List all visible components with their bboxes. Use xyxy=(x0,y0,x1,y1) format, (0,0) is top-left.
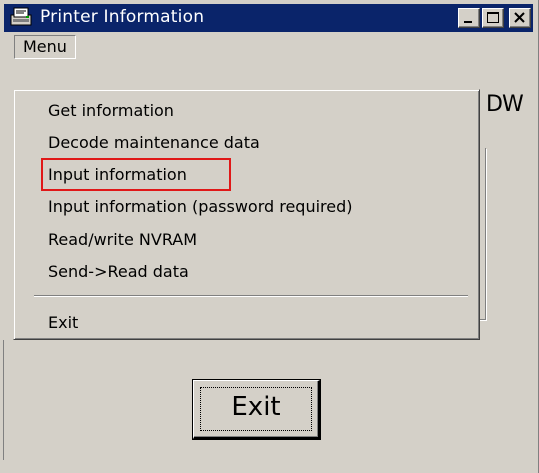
close-button[interactable] xyxy=(509,8,531,28)
menu-bar: Menu xyxy=(4,33,533,59)
menu-item-input-information-password[interactable]: Input information (password required) xyxy=(48,197,353,217)
maximize-icon xyxy=(487,12,499,23)
minimize-icon xyxy=(464,21,472,23)
maximize-button[interactable] xyxy=(482,8,504,28)
menu-item-exit[interactable]: Exit xyxy=(48,313,78,333)
menu-item-get-information[interactable]: Get information xyxy=(48,101,174,121)
highlight-box xyxy=(41,158,231,191)
menu-dropdown: Get information Decode maintenance data … xyxy=(13,89,480,340)
close-icon xyxy=(514,12,525,23)
printer-icon xyxy=(10,7,32,27)
exit-button[interactable]: Exit xyxy=(193,380,320,439)
title-bar[interactable]: Printer Information xyxy=(4,4,533,32)
exit-button-label: Exit xyxy=(231,392,281,422)
printer-information-window: Printer Information Menu DW Get informat… xyxy=(0,0,539,473)
menu-label: Menu xyxy=(23,37,67,56)
background-partial-text: DW xyxy=(486,92,524,117)
menu-item-decode-maintenance-data[interactable]: Decode maintenance data xyxy=(48,133,260,153)
menu-separator xyxy=(34,295,468,297)
window-title: Printer Information xyxy=(40,7,205,27)
minimize-button[interactable] xyxy=(458,8,480,28)
menu-item-send-read-data[interactable]: Send->Read data xyxy=(48,262,189,282)
menu-button[interactable]: Menu xyxy=(14,35,76,59)
menu-item-read-write-nvram[interactable]: Read/write NVRAM xyxy=(48,230,197,250)
background-divider xyxy=(3,340,4,460)
